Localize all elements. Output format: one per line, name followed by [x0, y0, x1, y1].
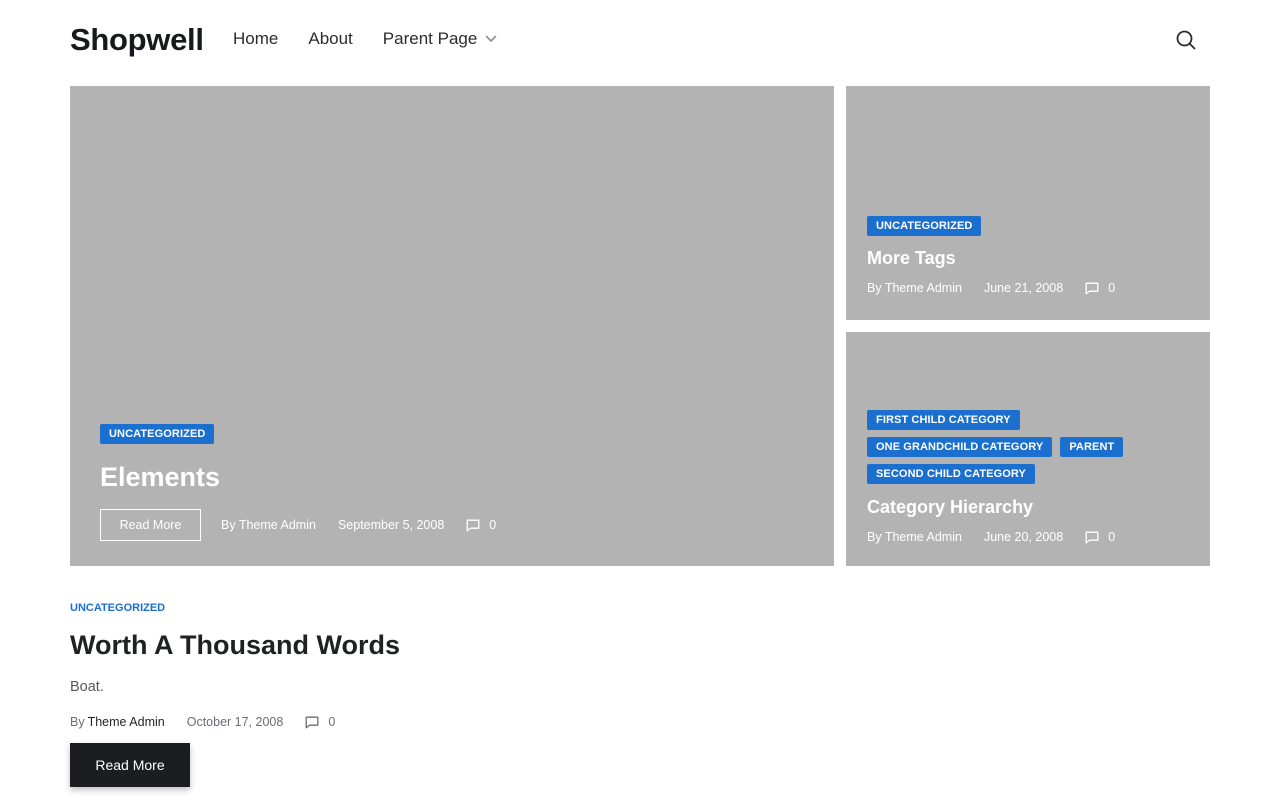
post-meta: By Theme Admin October 17, 2008 0	[70, 715, 870, 729]
comment-count: 0	[489, 518, 497, 532]
chevron-down-icon	[485, 33, 497, 45]
nav-item-home[interactable]: Home	[233, 29, 278, 49]
search-button[interactable]	[1174, 28, 1198, 52]
post-date[interactable]: June 21, 2008	[984, 281, 1063, 295]
nav-item-label: About	[308, 29, 353, 48]
category-badge[interactable]: UNCATEGORIZED	[867, 216, 982, 236]
post-meta: Read More By Theme Admin September 5, 20…	[100, 509, 496, 541]
category-badge[interactable]: UNCATEGORIZED	[100, 424, 215, 444]
comment-icon	[1085, 531, 1099, 543]
post-date[interactable]: October 17, 2008	[187, 715, 284, 729]
post-title[interactable]: Elements	[100, 462, 496, 493]
comments-link[interactable]: 0	[1085, 530, 1115, 544]
site-logo[interactable]: Shopwell	[70, 22, 204, 58]
featured-top-content: UNCATEGORIZED More Tags By Theme Admin J…	[867, 216, 1167, 295]
post-excerpt: Boat.	[70, 679, 104, 695]
nav-item-about[interactable]: About	[308, 29, 352, 49]
post-author[interactable]: Theme Admin	[88, 715, 165, 729]
category-badge[interactable]: SECOND CHILD CATEGORY	[867, 464, 1035, 484]
nav-item-parent-page[interactable]: Parent Page	[383, 29, 498, 49]
category-badge[interactable]: PARENT	[1060, 437, 1124, 457]
post-title[interactable]: Category Hierarchy	[867, 497, 1167, 518]
post-author[interactable]: By Theme Admin	[867, 530, 962, 544]
comment-count: 0	[1108, 530, 1116, 544]
post-title[interactable]: Worth A Thousand Words	[70, 630, 870, 661]
featured-post-main[interactable]: UNCATEGORIZED Elements Read More By Them…	[70, 86, 834, 566]
nav-item-label: Home	[233, 29, 279, 48]
category-badge[interactable]: FIRST CHILD CATEGORY	[867, 410, 1020, 430]
featured-post-bottom[interactable]: FIRST CHILD CATEGORY ONE GRANDCHILD CATE…	[846, 332, 1210, 566]
comment-icon	[305, 716, 319, 728]
read-more-button[interactable]: Read More	[70, 743, 190, 787]
comments-link[interactable]: 0	[1085, 281, 1115, 295]
category-list: UNCATEGORIZED	[867, 216, 1167, 243]
search-icon	[1174, 30, 1198, 56]
featured-main-content: UNCATEGORIZED Elements Read More By Them…	[100, 424, 496, 541]
site-header: Shopwell Home About Parent Page	[0, 0, 1280, 86]
comment-count: 0	[328, 715, 336, 729]
category-list: FIRST CHILD CATEGORY ONE GRANDCHILD CATE…	[867, 410, 1167, 491]
main-nav: Home About Parent Page	[233, 29, 527, 49]
read-more-button[interactable]: Read More	[100, 509, 201, 541]
post-title[interactable]: More Tags	[867, 248, 1167, 269]
comments-link[interactable]: 0	[466, 518, 496, 532]
comment-icon	[1085, 282, 1099, 294]
post-author-prefix: By	[70, 715, 85, 729]
nav-item-label: Parent Page	[382, 29, 478, 48]
post-author[interactable]: By Theme Admin	[221, 518, 316, 532]
featured-bottom-content: FIRST CHILD CATEGORY ONE GRANDCHILD CATE…	[867, 410, 1167, 544]
post-list-item: UNCATEGORIZED Worth A Thousand Words Boa…	[70, 598, 870, 729]
post-meta: By Theme Admin June 21, 2008 0	[867, 281, 1167, 295]
comments-link[interactable]: 0	[305, 715, 335, 729]
post-date[interactable]: June 20, 2008	[984, 530, 1063, 544]
post-meta: By Theme Admin June 20, 2008 0	[867, 530, 1167, 544]
featured-post-top[interactable]: UNCATEGORIZED More Tags By Theme Admin J…	[846, 86, 1210, 320]
post-category-link[interactable]: UNCATEGORIZED	[70, 602, 165, 614]
post-date[interactable]: September 5, 2008	[338, 518, 444, 532]
post-author[interactable]: By Theme Admin	[867, 281, 962, 295]
comment-count: 0	[1108, 281, 1116, 295]
comment-icon	[466, 519, 480, 531]
category-badge[interactable]: ONE GRANDCHILD CATEGORY	[867, 437, 1053, 457]
